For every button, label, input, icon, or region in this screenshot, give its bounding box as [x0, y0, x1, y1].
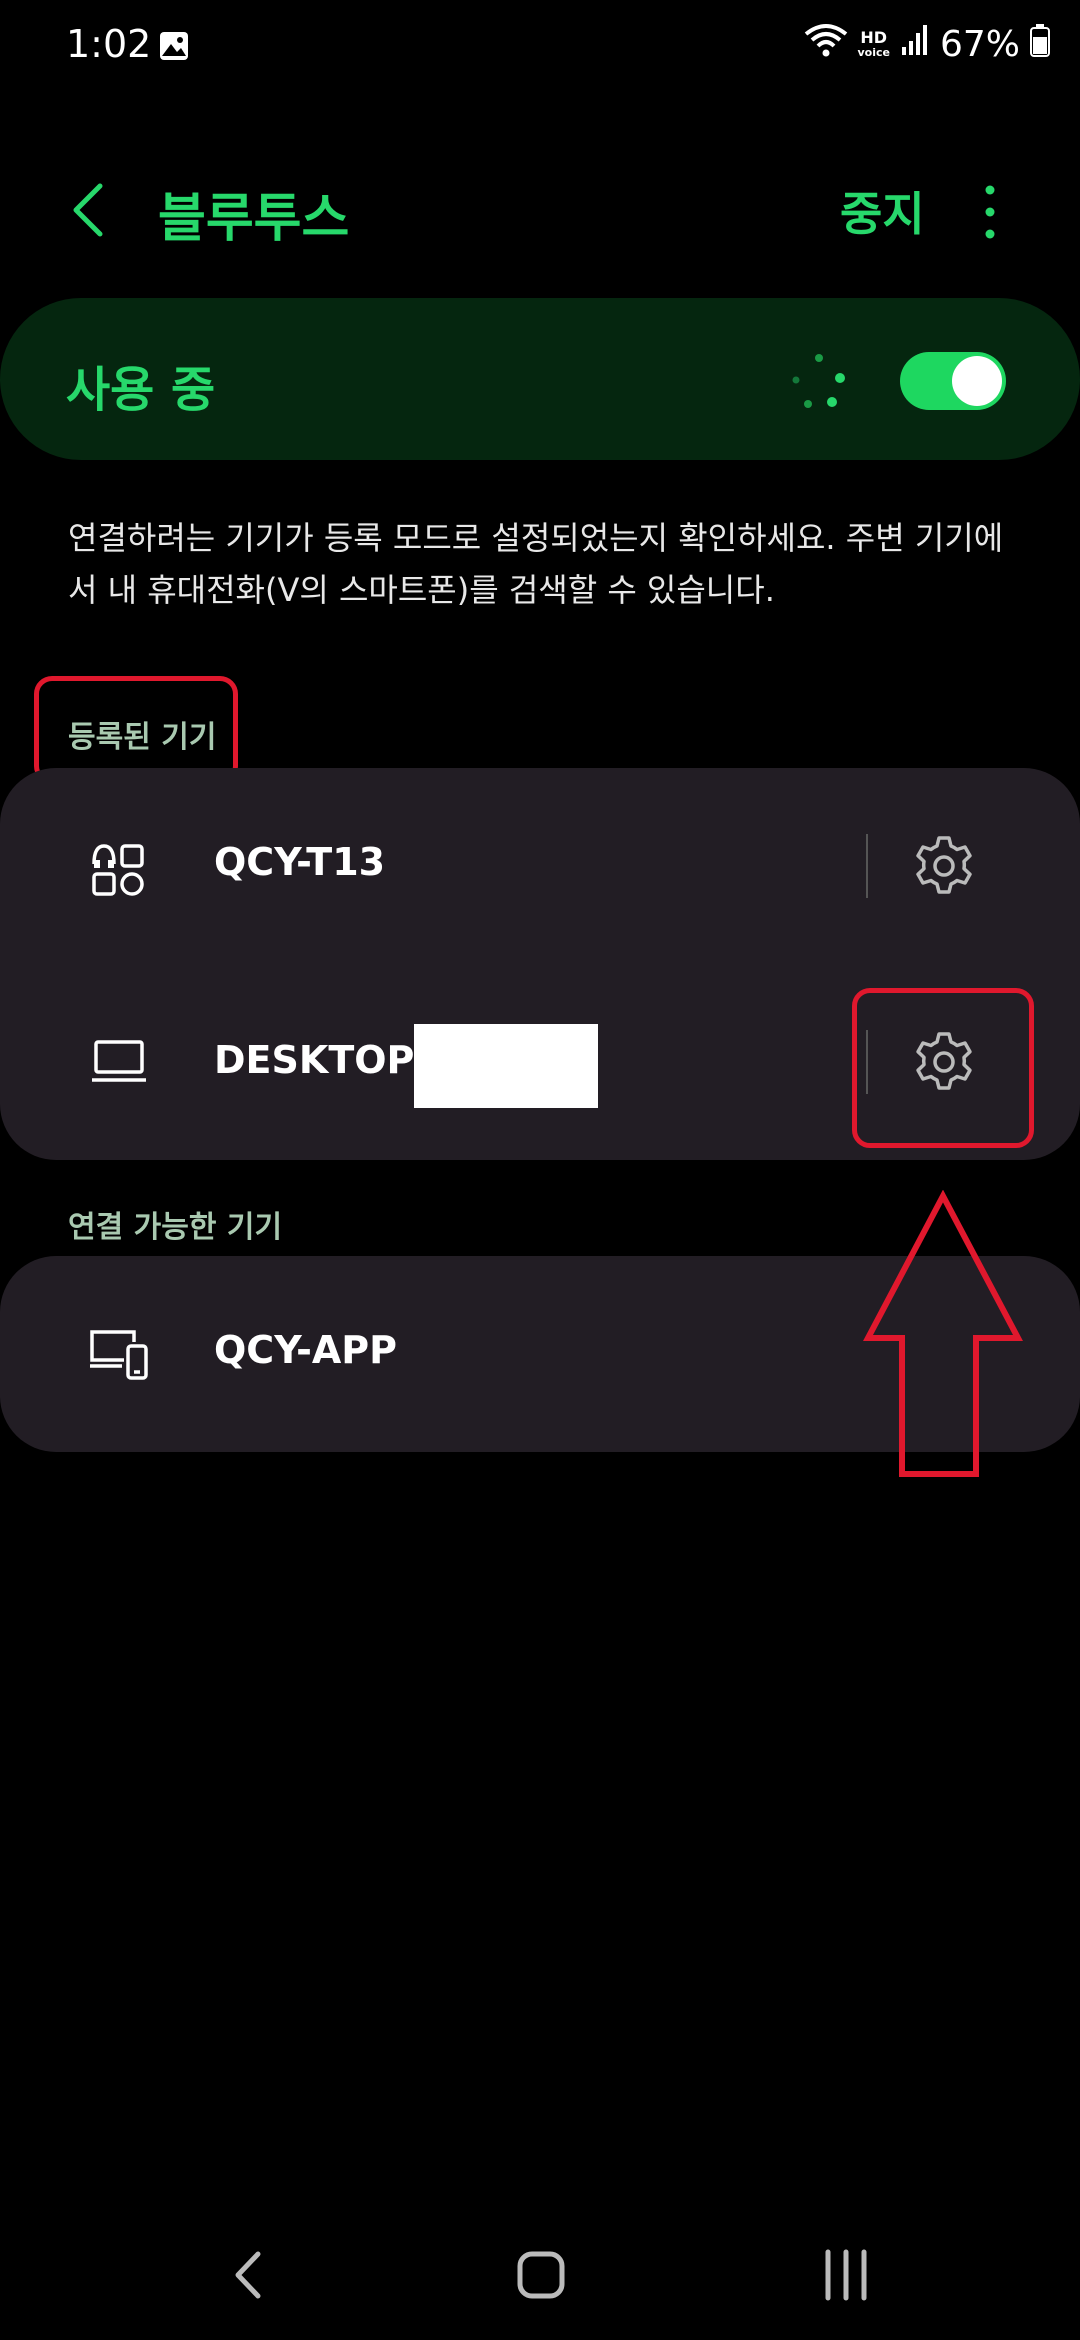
toggle-knob: [952, 356, 1002, 406]
stop-scan-button[interactable]: 중지: [840, 178, 925, 244]
devices-icon: [88, 1328, 150, 1384]
device-name: QCY-T13: [214, 840, 386, 884]
back-icon[interactable]: [62, 180, 122, 240]
laptop-icon: [90, 1038, 148, 1090]
status-bar: 1:02 HD voice 67%: [0, 0, 1080, 100]
annotation-up-arrow: [862, 1189, 1024, 1480]
battery-percent: 67%: [939, 24, 1020, 65]
available-devices-header: 연결 가능한 기기: [68, 1210, 283, 1245]
voice-label: voice: [857, 45, 890, 59]
device-name: QCY-APP: [214, 1328, 398, 1372]
battery-icon: [1030, 23, 1050, 66]
signal-icon: [900, 23, 930, 66]
nav-back-icon[interactable]: [210, 2240, 290, 2310]
wifi-icon: [804, 22, 848, 67]
redaction-box: [414, 1024, 598, 1108]
hd-label: HD: [860, 27, 888, 47]
annotation-highlight-box: [852, 988, 1034, 1148]
earbuds-icon: [90, 842, 146, 902]
row-divider: [866, 834, 868, 898]
device-row-qcy-t13[interactable]: QCY-T13: [0, 768, 860, 964]
page-title: 블루투스: [158, 189, 350, 249]
nav-home-icon[interactable]: [502, 2240, 582, 2310]
device-settings-gear-icon[interactable]: [912, 834, 976, 898]
hd-voice-icon: HD voice: [857, 27, 890, 60]
pairing-description: 연결하려는 기기가 등록 모드로 설정되었는지 확인하세요. 주변 기기에서 내…: [68, 519, 1004, 609]
status-icons: HD voice 67%: [804, 22, 1050, 67]
bluetooth-toggle[interactable]: [900, 352, 1006, 410]
nav-recents-icon[interactable]: [806, 2240, 886, 2310]
image-notification-icon: [158, 30, 190, 66]
status-time: 1:02: [66, 22, 152, 66]
more-options-icon[interactable]: [970, 182, 1010, 242]
scanning-progress-icon: [786, 350, 852, 416]
master-switch-label: 사용 중: [66, 362, 216, 418]
device-name: DESKTOP-: [214, 1038, 430, 1082]
